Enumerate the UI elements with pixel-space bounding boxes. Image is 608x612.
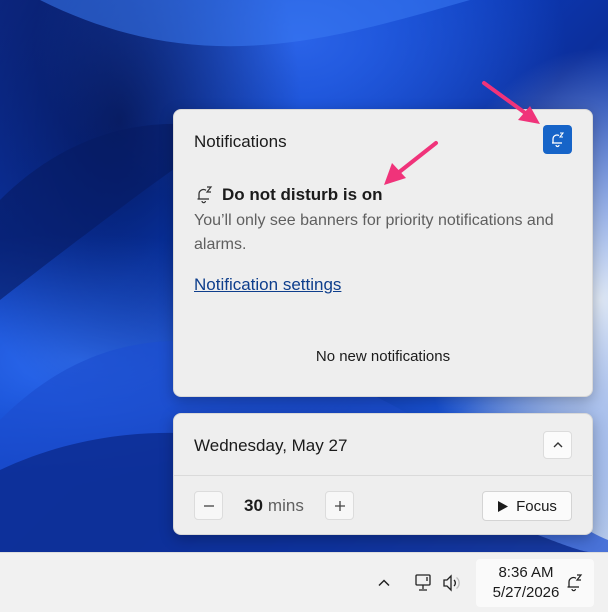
empty-notifications-text: No new notifications [315,348,451,365]
volume-icon [443,574,460,592]
clock-and-notifications-button[interactable]: 8:36 AM 5/27/2026 [476,559,594,607]
dnd-bell-icon [551,131,564,147]
taskbar: 8:36 AM 5/27/2026 [0,552,608,612]
dnd-heading: Do not disturb is on [222,185,383,204]
network-icon [415,574,431,591]
decrease-minutes-button[interactable] [194,491,223,520]
dnd-status-row: Do not disturb is on [194,185,383,205]
focus-button-label: Focus [516,497,557,515]
calendar-header: Wednesday, May 27 [174,414,592,476]
play-icon [498,500,509,512]
clock-time: 8:36 AM [498,564,554,581]
dnd-description: You’ll only see banners for priority not… [194,212,554,253]
chevron-up-icon [378,579,390,587]
calendar-date: Wednesday, May 27 [194,436,348,455]
chevron-up-icon [553,442,562,448]
volume-button[interactable] [440,571,464,595]
increase-minutes-button[interactable] [325,491,354,520]
plus-icon [334,500,345,511]
focus-minutes-value: 30 [244,496,263,515]
dnd-bell-icon [197,186,213,204]
notifications-title: Notifications [194,132,287,151]
do-not-disturb-toggle-button[interactable] [543,125,572,154]
start-focus-button[interactable]: Focus [482,491,572,521]
show-hidden-icons-button[interactable] [372,571,396,595]
notifications-panel: Notifications Do not disturb is on You’l… [173,109,593,397]
dnd-bell-icon [567,574,583,592]
focus-session-row: 30 mins Focus [174,476,592,534]
network-status-button[interactable] [411,571,435,595]
focus-minutes-unit: mins [267,496,304,515]
notification-settings-link[interactable]: Notification settings [194,275,341,295]
clock-date: 5/27/2026 [492,584,560,601]
focus-duration: 30 mins [244,496,304,516]
minus-icon [203,504,214,507]
calendar-panel: Wednesday, May 27 30 mins Focus [173,413,593,535]
collapse-calendar-button[interactable] [543,431,572,459]
